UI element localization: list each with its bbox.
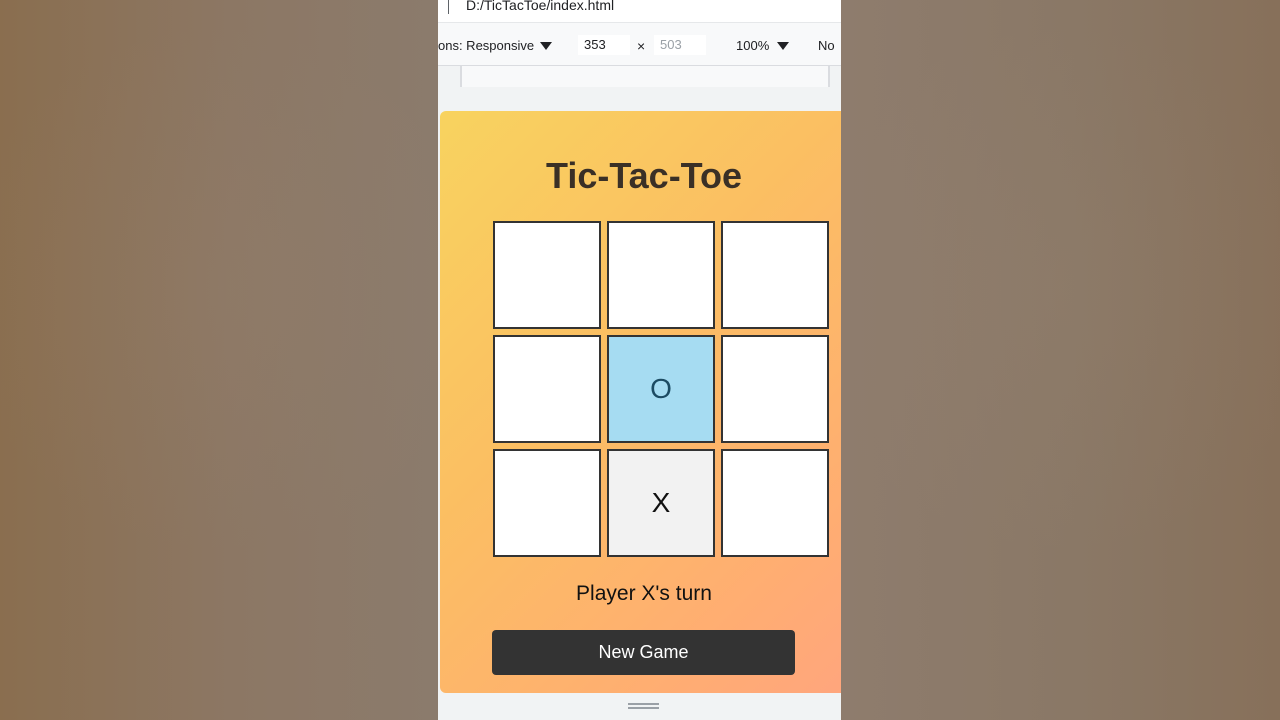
drag-handle-icon[interactable] [628,703,659,709]
browser-window: D:/TicTacToe/index.html ons: Responsive … [438,0,841,720]
page-viewport: Tic-Tac-Toe O X Player X's turn New Game [440,111,841,693]
device-toolbar: ons: Responsive 353 × 503 100% No [438,23,841,66]
height-input[interactable]: 503 [654,35,706,55]
caret-down-icon[interactable] [540,42,552,50]
board-cell[interactable] [721,449,829,557]
board-cell-o[interactable]: O [607,335,715,443]
ruler-track [460,66,830,87]
address-divider [448,0,449,14]
address-bar[interactable]: D:/TicTacToe/index.html [438,0,841,23]
times-symbol: × [637,38,646,54]
board-cell[interactable] [493,221,601,329]
new-game-button[interactable]: New Game [492,630,795,675]
board-cell[interactable] [721,221,829,329]
viewport-ruler [438,66,841,87]
drag-handle-line [628,703,659,705]
board-cell[interactable] [493,449,601,557]
board-cell[interactable] [607,221,715,329]
board-cell-x[interactable]: X [607,449,715,557]
zoom-dropdown-label[interactable]: 100% [736,38,769,53]
left-background [0,0,438,720]
board-cell[interactable] [493,335,601,443]
caret-down-icon[interactable] [777,42,789,50]
right-background [841,0,1280,720]
turn-status: Player X's turn [576,582,712,605]
throttle-dropdown-label[interactable]: No [818,38,835,53]
game-title: Tic-Tac-Toe [545,155,743,196]
width-input[interactable]: 353 [578,35,630,55]
drag-handle-line [628,707,659,709]
dimensions-dropdown-label[interactable]: ons: Responsive [438,38,534,53]
board-cell[interactable] [721,335,829,443]
address-url[interactable]: D:/TicTacToe/index.html [466,0,614,13]
